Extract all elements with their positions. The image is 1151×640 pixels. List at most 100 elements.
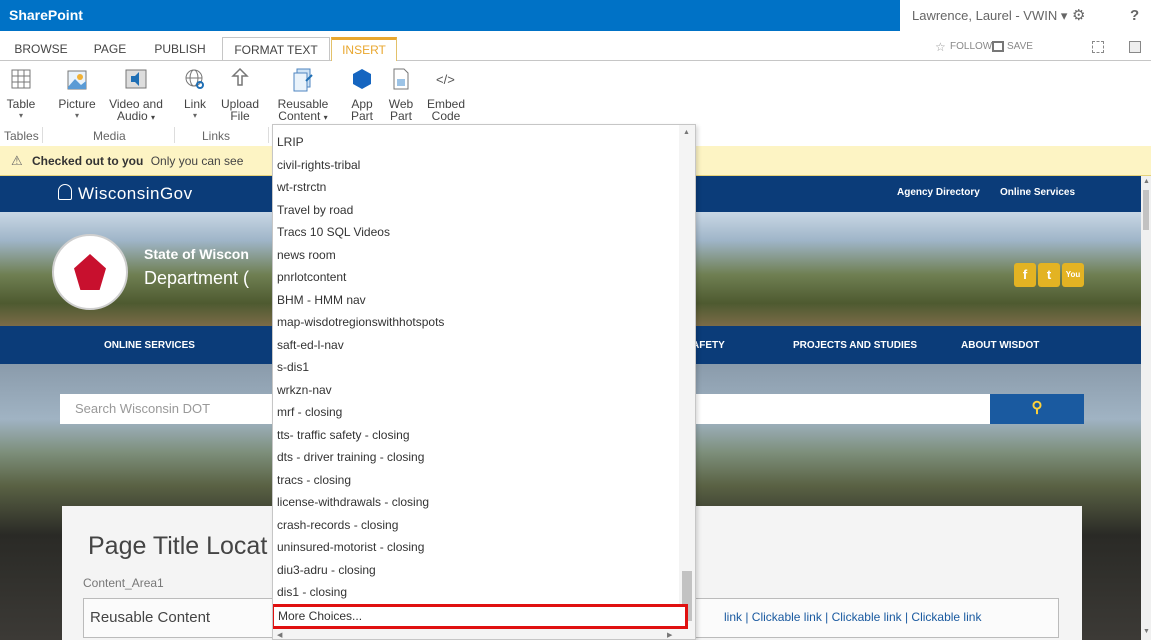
chevron-down-icon: ▾ [18,111,23,120]
more-choices-item[interactable]: More Choices... [273,604,688,629]
svg-text:</>: </> [436,72,455,87]
focus-icon[interactable] [1092,41,1104,53]
capitol-icon [58,184,72,200]
dropdown-item[interactable]: diu3-adru - closing [273,559,681,582]
tab-page[interactable]: PAGE [90,37,130,61]
wisconsin-gov-logo[interactable]: WisconsinGov [78,184,193,204]
upload-label-2: File [230,109,250,123]
table-icon [11,69,31,89]
tab-format-text[interactable]: FORMAT TEXT [222,37,330,61]
dropdown-item[interactable]: uninsured-motorist - closing [273,536,681,559]
reusable-content-label-2: Content [278,109,321,123]
notice-text: Only you can see [150,154,244,168]
reusable-content-icon [293,68,313,92]
dropdown-list: LRIP civil-rights-tribal wt-rstrctn Trav… [273,131,681,604]
dropdown-item[interactable]: map-wisdotregionswithhotspots [273,311,681,334]
scroll-down-icon[interactable]: ▼ [1143,628,1150,635]
web-part-label-2: Part [389,109,412,123]
dropdown-item[interactable]: saft-ed-l-nav [273,334,681,357]
dropdown-item[interactable]: wrkzn-nav [273,379,681,402]
tab-publish[interactable]: PUBLISH [148,37,212,61]
dropdown-item[interactable]: civil-rights-tribal [273,154,681,177]
divider [42,127,43,143]
reusable-content-label: Reusable Content [90,609,211,626]
dropdown-item[interactable]: LRIP [273,131,681,154]
agency-directory-link[interactable]: Agency Directory [897,187,980,198]
dropdown-horizontal-scrollbar[interactable]: ◀ ▶ [273,629,695,639]
dropdown-item[interactable]: mrf - closing [273,401,681,424]
facebook-icon[interactable]: f [1014,263,1036,287]
warning-icon: ⚠ [11,153,23,168]
state-title: State of Wiscon [144,246,249,262]
dropdown-item[interactable]: pnrlotcontent [273,266,681,289]
suite-bar: SharePoint Lawrence, Laurel - VWIN ▾ ⚙ ? [0,0,1151,31]
star-icon: ☆ [935,40,946,54]
page-scrollbar[interactable]: ▲ ▼ [1141,176,1151,640]
app-part-label-2: Part [350,109,373,123]
popout-icon[interactable] [1129,41,1141,53]
gear-icon[interactable]: ⚙ [1072,0,1085,31]
group-links: Links [202,129,231,143]
table-button[interactable]: Table ▾ [6,67,36,122]
nav-projects-studies[interactable]: PROJECTS AND STUDIES [793,340,917,351]
embed-code-icon: </> [436,72,455,87]
dropdown-item[interactable]: s-dis1 [273,356,681,379]
clickable-links[interactable]: link | Clickable link | Clickable link |… [724,610,981,624]
picture-button[interactable]: Picture ▾ [54,67,100,122]
youtube-icon[interactable]: You [1062,263,1084,287]
chevron-down-icon: ▾ [1060,8,1068,23]
dropdown-item[interactable]: BHM - HMM nav [273,289,681,312]
embed-code-button[interactable]: </> Embed Code [424,67,468,122]
dropdown-item[interactable]: dis1 - closing [273,581,681,604]
ribbon-tabs: BROWSE PAGE PUBLISH FORMAT TEXT INSERT ☆… [0,37,1151,62]
tab-insert[interactable]: INSERT [331,37,397,62]
dropdown-item[interactable]: dts - driver training - closing [273,446,681,469]
online-services-link[interactable]: Online Services [1000,187,1075,198]
upload-file-button[interactable]: Upload File [216,67,264,122]
nav-online-services[interactable]: ONLINE SERVICES [104,340,195,351]
user-menu[interactable]: Lawrence, Laurel - VWIN ▾ [912,0,1067,31]
app-part-icon [353,69,371,89]
group-media: Media [93,129,126,143]
twitter-icon[interactable]: t [1038,263,1060,287]
link-button[interactable]: Link ▾ [180,67,210,122]
social-links: f t You [1014,263,1084,289]
dropdown-item[interactable]: wt-rstrctn [273,176,681,199]
divider [174,127,175,143]
reusable-content-button[interactable]: Reusable Content ▾ [270,67,336,124]
video-audio-button[interactable]: Video and Audio ▾ [103,67,169,124]
dropdown-scrollbar[interactable]: ▲ [679,125,695,629]
tab-browse[interactable]: BROWSE [10,37,72,61]
link-icon [185,69,205,89]
nav-about-wisdot[interactable]: ABOUT WISDOT [961,340,1039,351]
picture-icon [67,70,87,90]
nav-safety[interactable]: AFETY [692,340,725,351]
upload-icon [231,67,249,86]
scroll-up-icon[interactable]: ▲ [683,129,690,136]
dropdown-item[interactable]: Travel by road [273,199,681,222]
scroll-up-icon[interactable]: ▲ [1143,178,1150,185]
search-button[interactable]: ⚲ [990,394,1084,424]
dropdown-item[interactable]: tts- traffic safety - closing [273,424,681,447]
embed-code-label-2: Code [431,109,461,123]
app-part-button[interactable]: App Part [344,67,380,122]
scrollbar-thumb[interactable] [1143,190,1149,230]
web-part-button[interactable]: Web Part [384,67,418,122]
dropdown-item[interactable]: Tracs 10 SQL Videos [273,221,681,244]
content-area-label: Content_Area1 [83,576,164,590]
dropdown-item[interactable]: tracs - closing [273,469,681,492]
scroll-left-icon[interactable]: ◀ [277,631,282,639]
chevron-down-icon: ▾ [323,113,328,122]
dropdown-item[interactable]: license-withdrawals - closing [273,491,681,514]
video-audio-icon [125,69,147,89]
help-icon[interactable]: ? [1130,0,1139,31]
chevron-down-icon: ▾ [192,111,197,120]
scroll-right-icon[interactable]: ▶ [667,631,672,639]
save-button[interactable]: SAVE [1007,41,1033,52]
sharepoint-brand[interactable]: SharePoint [0,0,900,31]
follow-button[interactable]: FOLLOW [950,41,992,52]
page-title[interactable]: Page Title Locat [88,532,267,561]
dropdown-item[interactable]: news room [273,244,681,267]
dropdown-item[interactable]: crash-records - closing [273,514,681,537]
divider [268,127,269,143]
